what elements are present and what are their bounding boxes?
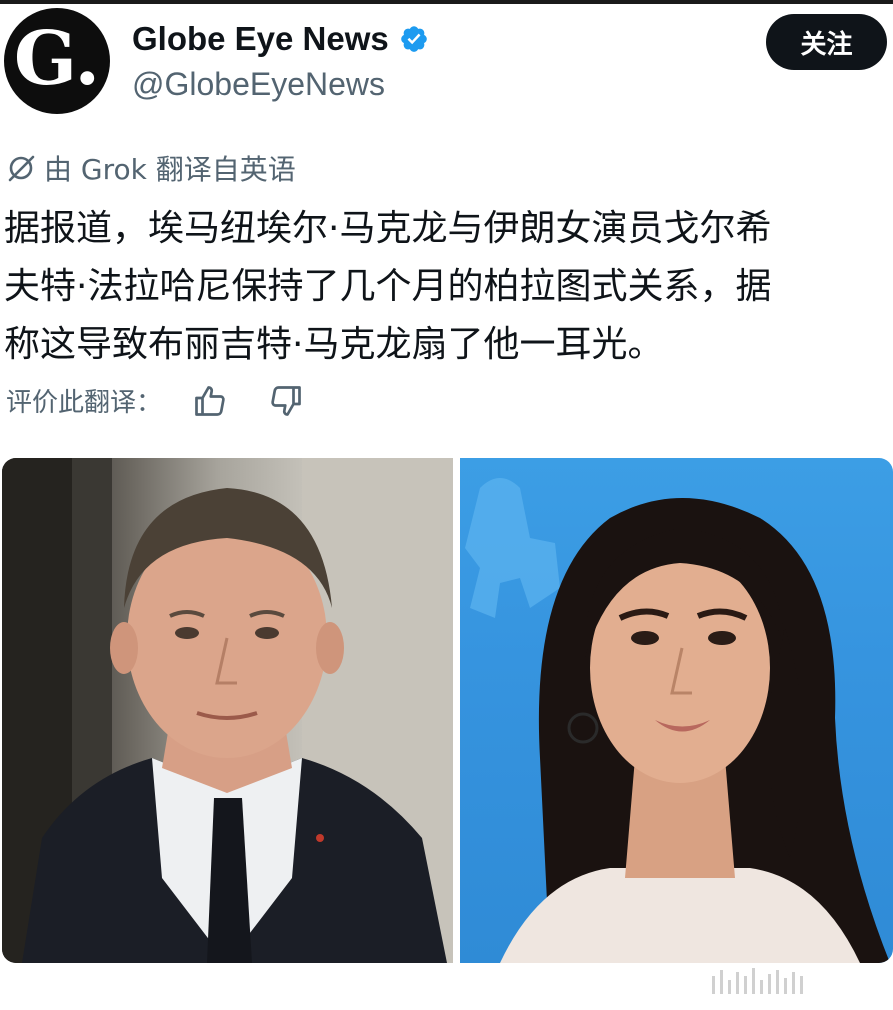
top-border bbox=[0, 0, 893, 4]
account-display-name[interactable]: Globe Eye News bbox=[132, 20, 389, 58]
post-photo-left[interactable] bbox=[2, 458, 453, 963]
follow-button[interactable]: 关注 bbox=[766, 14, 887, 70]
thumbs-down-icon[interactable] bbox=[268, 383, 304, 419]
rate-translation-row: 评价此翻译： bbox=[6, 382, 344, 419]
account-handle[interactable]: @GlobeEyeNews bbox=[132, 66, 385, 103]
account-avatar[interactable]: G. bbox=[4, 8, 110, 114]
grok-icon bbox=[6, 153, 36, 183]
thumbs-up-icon[interactable] bbox=[192, 383, 228, 419]
translation-note: 由 Grok 翻译自英语 bbox=[6, 148, 296, 188]
verified-badge-icon bbox=[399, 24, 429, 54]
post-text-line: 据报道，埃马纽埃尔·马克龙与伊朗女演员戈尔希 bbox=[4, 208, 772, 249]
portrait-woman-illustration bbox=[465, 478, 890, 963]
post-text-line: 称这导致布丽吉特·马克龙扇了他一耳光。 bbox=[4, 324, 664, 365]
portrait-man-illustration bbox=[2, 458, 453, 963]
post-text-line: 夫特·法拉哈尼保持了几个月的柏拉图式关系，据 bbox=[4, 266, 772, 307]
post-photo-right[interactable] bbox=[460, 458, 893, 963]
translation-note-text: 由 Grok 翻译自英语 bbox=[44, 153, 296, 186]
post-text: 据报道，埃马纽埃尔·马克龙与伊朗女演员戈尔希 夫特·法拉哈尼保持了几个月的柏拉图… bbox=[4, 200, 888, 374]
watermark-bars bbox=[712, 968, 803, 994]
rate-translation-label: 评价此翻译： bbox=[6, 388, 163, 418]
account-name-row: Globe Eye News bbox=[132, 20, 429, 58]
avatar-logo-letter: G. bbox=[13, 16, 101, 102]
